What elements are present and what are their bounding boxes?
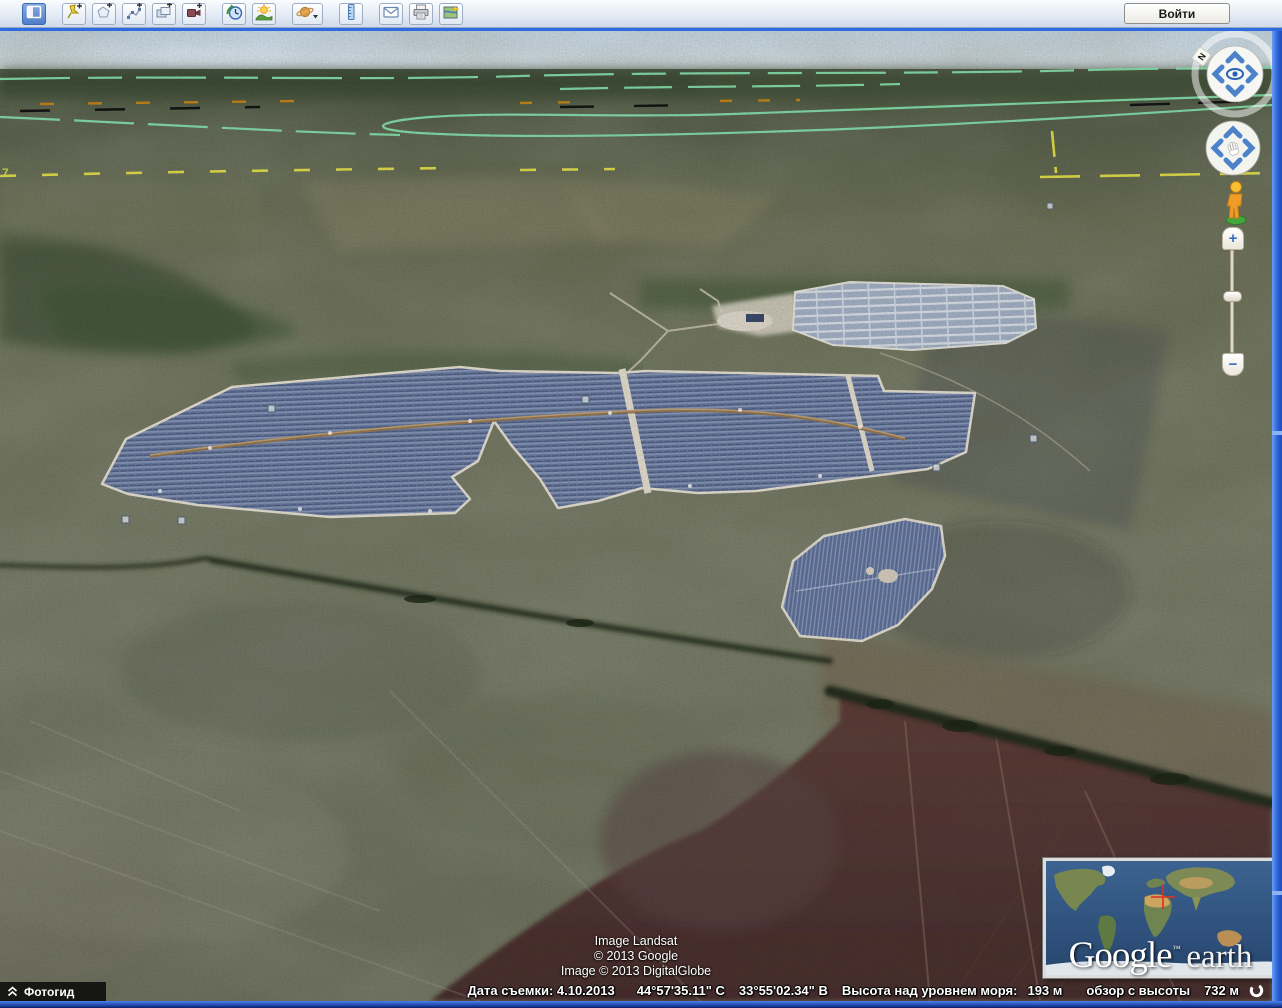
ruler-button[interactable] <box>339 2 363 25</box>
polygon-icon <box>95 2 113 24</box>
email-icon <box>382 3 400 24</box>
longitude-readout: 33°55'02.34" В <box>738 983 828 998</box>
eye-altitude-label: обзор с высоты <box>1086 983 1191 998</box>
print-icon <box>412 3 430 24</box>
historical-imagery-icon <box>225 3 243 24</box>
photo-guide-label: Фотогид <box>24 984 75 999</box>
photo-guide-bar[interactable]: Фотогид <box>0 982 106 1001</box>
earth-3d-viewport[interactable]: 7 N + − Image Landsat © 2013 Google Imag… <box>0 31 1272 1001</box>
capture-date: Дата съемки: 4.10.2013 <box>467 983 615 998</box>
copyright-line: © 2013 Google <box>593 949 679 963</box>
eye-altitude-value: 732 м <box>1204 983 1239 998</box>
zoom-slider[interactable]: + − <box>1221 227 1245 377</box>
sunlight-icon <box>255 3 273 24</box>
copyright-line: Image © 2013 DigitalGlobe <box>560 964 712 978</box>
latitude-readout: 44°57'35.11" С <box>636 983 725 998</box>
planets-saturn-icon <box>295 3 320 24</box>
logo-earth-text: earth <box>1186 939 1253 975</box>
google-earth-logo: Google ™ earth <box>1046 934 1272 977</box>
status-bar: Дата съемки: 4.10.2013 44°57'35.11" С 33… <box>468 982 1264 999</box>
placemark-icon <box>65 3 83 24</box>
sunlight-button[interactable] <box>252 2 276 25</box>
zoom-thumb[interactable] <box>1223 291 1242 302</box>
move-joystick[interactable] <box>1204 119 1262 177</box>
zoom-in-button[interactable]: + <box>1222 227 1244 250</box>
google-earth-window: Войти 7 N + − Image Landsat © 2013 Googl… <box>0 0 1282 1008</box>
save-image-icon <box>442 3 460 24</box>
logo-tm: ™ <box>1172 944 1181 953</box>
record-tour-button[interactable] <box>182 2 206 25</box>
ruler-icon <box>342 3 360 24</box>
add-placemark-button[interactable] <box>62 2 86 25</box>
planets-button[interactable] <box>292 2 323 25</box>
double-chevron-up-icon <box>7 986 18 997</box>
sidebar-toggle-button[interactable] <box>22 2 46 25</box>
path-icon <box>125 2 143 24</box>
altitude-label: Высота над уровнем моря: <box>841 983 1018 998</box>
print-button[interactable] <box>409 2 433 25</box>
sidebar-toggle-icon <box>25 3 43 24</box>
satellite-terrain: 7 <box>0 31 1272 1001</box>
look-joystick[interactable]: N <box>1190 31 1272 119</box>
window-frame-right <box>1272 31 1282 1001</box>
frame-notch <box>1272 891 1282 895</box>
sign-in-button[interactable]: Войти <box>1124 3 1230 24</box>
toolbar: Войти <box>0 0 1282 28</box>
overview-map[interactable]: Google ™ earth <box>1043 858 1272 978</box>
imagery-copyright: Image Landsat © 2013 Google Image © 2013… <box>561 934 711 979</box>
add-polygon-button[interactable] <box>92 2 116 25</box>
frame-notch <box>1272 431 1282 435</box>
email-button[interactable] <box>379 2 403 25</box>
image-overlay-icon <box>155 2 173 24</box>
window-frame-bottom <box>0 1001 1282 1008</box>
streaming-progress-icon <box>1249 983 1264 998</box>
record-tour-icon <box>185 3 203 24</box>
save-image-button[interactable] <box>439 2 463 25</box>
historical-imagery-button[interactable] <box>222 2 246 25</box>
add-image-overlay-button[interactable] <box>152 2 176 25</box>
add-path-button[interactable] <box>122 2 146 25</box>
street-view-pegman[interactable] <box>1221 178 1251 226</box>
logo-google-text: Google <box>1068 935 1173 976</box>
zoom-out-button[interactable]: − <box>1222 353 1244 376</box>
altitude-value: 193 м <box>1027 983 1063 998</box>
copyright-line: Image Landsat <box>594 934 678 948</box>
